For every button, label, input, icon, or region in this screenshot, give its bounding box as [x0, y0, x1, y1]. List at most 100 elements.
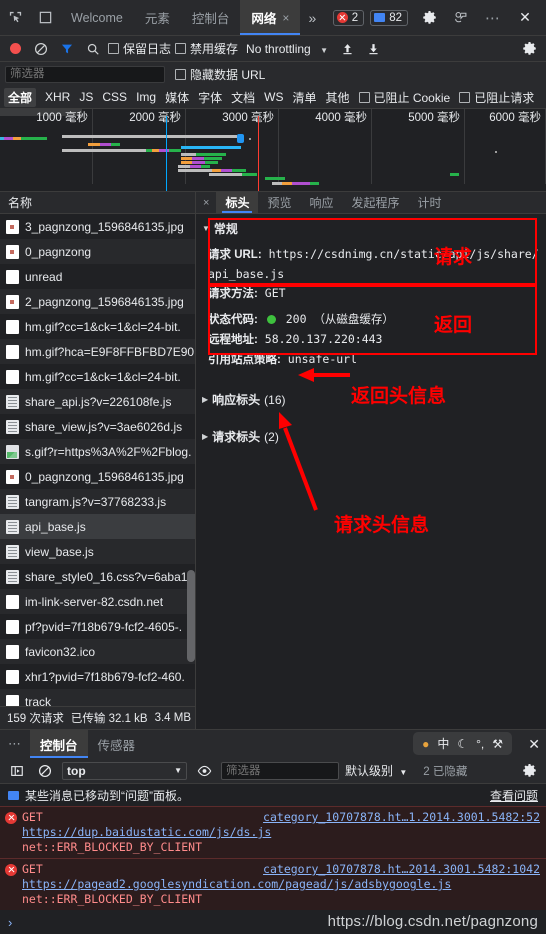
- request-headers-section[interactable]: ▶ 请求标头 (2): [196, 421, 546, 452]
- clear-console-icon[interactable]: [34, 760, 56, 782]
- log-level-select[interactable]: 默认级别 ▼: [345, 762, 407, 779]
- drawer-more-icon[interactable]: ⋯: [0, 730, 30, 758]
- type-filter-js[interactable]: JS: [79, 90, 93, 104]
- tab-preview[interactable]: 预览: [258, 192, 300, 213]
- record-button[interactable]: [10, 43, 21, 54]
- blocked-requests-checkbox[interactable]: 已阻止请求: [459, 89, 534, 106]
- request-row-11[interactable]: tangram.js?v=37768233.js: [0, 489, 195, 514]
- gear-icon[interactable]: [414, 10, 444, 25]
- view-issues-link[interactable]: 查看问题: [490, 787, 538, 804]
- type-filter-media[interactable]: 媒体: [165, 89, 189, 106]
- tab-welcome[interactable]: Welcome: [60, 0, 134, 35]
- blocked-cookies-checkbox[interactable]: 已阻止 Cookie: [358, 89, 450, 106]
- type-filter-font[interactable]: 字体: [198, 89, 222, 106]
- error-icon: [5, 864, 17, 876]
- console-error-row-1[interactable]: GET https://pagead2.googlesyndication.co…: [0, 858, 546, 910]
- request-row-15[interactable]: im-link-server-82.csdn.net: [0, 589, 195, 614]
- tab-console[interactable]: 控制台: [181, 0, 241, 35]
- tab-response[interactable]: 响应: [300, 192, 342, 213]
- device-toolbar-icon[interactable]: [30, 0, 60, 35]
- request-name: hm.gif?cc=1&ck=1&cl=24-bit.: [25, 319, 181, 334]
- request-row-4[interactable]: hm.gif?cc=1&ck=1&cl=24-bit.: [0, 314, 195, 339]
- tab-timing[interactable]: 计时: [409, 192, 451, 213]
- request-row-8[interactable]: share_view.js?v=3ae6026d.js: [0, 414, 195, 439]
- request-row-13[interactable]: view_base.js: [0, 539, 195, 564]
- filter-input[interactable]: [5, 65, 165, 83]
- ime-moon-icon[interactable]: ☾: [457, 737, 468, 751]
- search-icon[interactable]: [82, 38, 104, 60]
- more-options-icon[interactable]: ⋯: [478, 9, 508, 27]
- tab-headers[interactable]: 标头: [216, 192, 259, 213]
- request-row-18[interactable]: xhr1?pvid=7f18b679-fcf2-460.: [0, 664, 195, 689]
- disable-cache-checkbox[interactable]: 禁用缓存: [175, 40, 238, 57]
- request-row-16[interactable]: pf?pvid=7f18b679-fcf2-4605-.: [0, 614, 195, 639]
- request-row-5[interactable]: hm.gif?hca=E9F8FFBFBD7E90..: [0, 339, 195, 364]
- tab-initiator[interactable]: 发起程序: [342, 192, 408, 213]
- request-list-scrollbar[interactable]: [187, 570, 195, 662]
- import-har-icon[interactable]: [336, 38, 358, 60]
- request-row-6[interactable]: hm.gif?cc=1&ck=1&cl=24-bit.: [0, 364, 195, 389]
- execution-context-select[interactable]: top ▼: [62, 761, 187, 780]
- tab-elements[interactable]: 元素: [134, 0, 181, 35]
- console-settings-gear-icon[interactable]: [518, 760, 540, 782]
- throttling-select[interactable]: No throttling ▼: [246, 42, 328, 56]
- inspect-element-icon[interactable]: [0, 0, 30, 35]
- request-row-2[interactable]: unread: [0, 264, 195, 289]
- drawer-tab-sensors[interactable]: 传感器: [88, 730, 146, 758]
- request-row-0[interactable]: 3_pagnzong_1596846135.jpg: [0, 214, 195, 239]
- type-filter-other[interactable]: 其他: [325, 89, 349, 106]
- live-expression-icon[interactable]: [193, 760, 215, 782]
- ime-tools-icon[interactable]: ⚒: [492, 737, 503, 751]
- clear-icon[interactable]: [30, 38, 52, 60]
- more-tabs-icon[interactable]: »: [300, 0, 324, 35]
- request-row-3[interactable]: 2_pagnzong_1596846135.jpg: [0, 289, 195, 314]
- request-row-10[interactable]: 0_pagnzong_1596846135.jpg: [0, 464, 195, 489]
- info-count-badge[interactable]: 82: [370, 9, 408, 26]
- drawer-tab-console[interactable]: 控制台: [30, 730, 88, 758]
- network-settings-gear-icon[interactable]: [518, 38, 540, 60]
- export-har-icon[interactable]: [362, 38, 384, 60]
- type-filter-doc[interactable]: 文档: [231, 89, 255, 106]
- general-section-label: 常规: [213, 222, 238, 236]
- drawer-close-icon[interactable]: ✕: [528, 730, 540, 758]
- request-row-9[interactable]: s.gif?r=https%3A%2F%2Fblog.: [0, 439, 195, 464]
- ime-chinese-mode-icon[interactable]: 中: [437, 735, 449, 752]
- console-error-row-0[interactable]: GET https://dup.baidustatic.com/js/ds.js…: [0, 806, 546, 858]
- console-notice-text: 某些消息已移动到“问题”面板。: [25, 788, 189, 803]
- close-icon[interactable]: ×: [282, 11, 289, 25]
- filter-icon[interactable]: [56, 38, 78, 60]
- close-devtools-icon[interactable]: ✕: [510, 9, 540, 26]
- tab-network[interactable]: 网络 ×: [240, 0, 301, 35]
- request-row-19[interactable]: track: [0, 689, 195, 706]
- ime-indicator[interactable]: ● 中 ☾ °, ⚒: [413, 732, 512, 755]
- type-filter-img[interactable]: Img: [136, 90, 156, 104]
- console-error-source[interactable]: category_10707878.ht…2014.3001.5482:1042: [263, 862, 540, 907]
- type-filter-ws[interactable]: WS: [264, 90, 283, 104]
- close-detail-icon[interactable]: ×: [196, 192, 216, 213]
- console-error-source[interactable]: category_10707878.ht…1.2014.3001.5482:52: [263, 810, 540, 855]
- console-filter-input[interactable]: [221, 761, 339, 780]
- request-row-12-selected[interactable]: api_base.js: [0, 514, 195, 539]
- hide-data-urls-checkbox[interactable]: 隐藏数据 URL: [175, 66, 265, 83]
- request-list-body[interactable]: 3_pagnzong_1596846135.jpg 0_pagnzong unr…: [0, 214, 195, 706]
- ime-punctuation-icon[interactable]: °,: [476, 737, 484, 751]
- response-headers-section[interactable]: ▶ 响应标头 (16): [196, 384, 546, 415]
- network-overview[interactable]: 1000 毫秒 2000 毫秒 3000 毫秒 4000 毫秒 5000 毫秒 …: [0, 109, 546, 191]
- error-count-badge[interactable]: 2: [332, 9, 365, 26]
- request-row-1[interactable]: 0_pagnzong: [0, 239, 195, 264]
- type-filter-css[interactable]: CSS: [102, 90, 127, 104]
- request-row-14[interactable]: share_style0_16.css?v=6aba13.: [0, 564, 195, 589]
- request-row-7[interactable]: share_api.js?v=226108fe.js: [0, 389, 195, 414]
- load-event-line: [258, 116, 259, 191]
- preserve-log-checkbox[interactable]: 保留日志: [108, 40, 171, 57]
- type-filter-xhr[interactable]: XHR: [45, 90, 70, 104]
- type-filter-manifest[interactable]: 清单: [292, 89, 316, 106]
- log-level-value: 默认级别: [345, 764, 394, 778]
- request-row-17[interactable]: favicon32.ico: [0, 639, 195, 664]
- type-filter-all[interactable]: 全部: [4, 87, 37, 107]
- console-sidebar-icon[interactable]: [6, 760, 28, 782]
- error-url[interactable]: https://dup.baidustatic.com/js/ds.js: [22, 825, 271, 839]
- request-list-header[interactable]: 名称: [0, 192, 195, 214]
- devtools-settings-icon[interactable]: [446, 10, 476, 25]
- general-section-header[interactable]: ▼ 常规: [196, 218, 546, 241]
